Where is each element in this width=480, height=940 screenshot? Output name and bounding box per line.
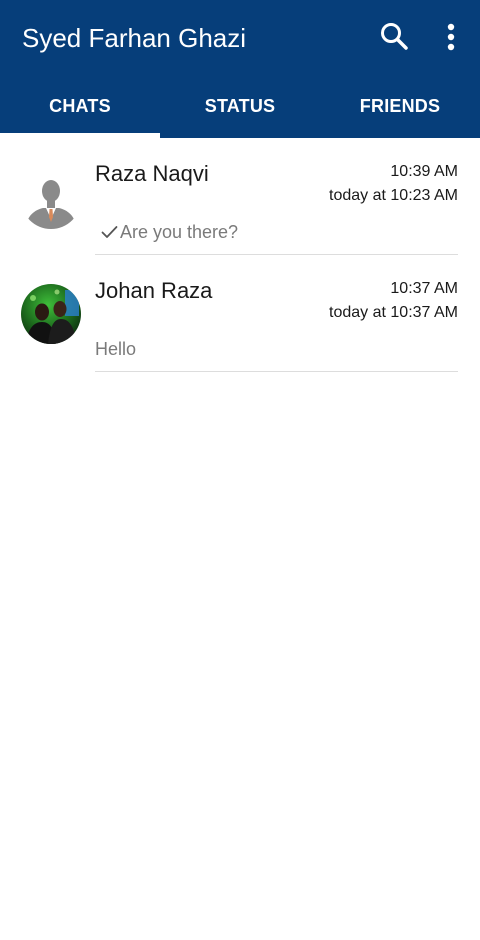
app-bar: Syed Farhan Ghazi CHATS STATUS FRIENDS [0,0,480,138]
chat-item-johan-raza[interactable]: Johan Raza 10:37 AM today at 10:37 AM He… [0,255,480,372]
divider [95,371,458,372]
message-time: 10:37 AM [390,280,458,297]
tab-chats[interactable]: CHATS [0,78,160,135]
last-seen: today at 10:23 AM [329,187,458,204]
photo-avatar[interactable] [21,284,81,344]
message-preview-row: Are you there? [101,221,238,243]
tab-friends[interactable]: FRIENDS [320,78,480,135]
default-person-avatar[interactable] [21,169,81,229]
message-time: 10:39 AM [390,163,458,180]
message-preview-row: Hello [95,338,136,360]
overflow-menu-button[interactable] [436,20,466,54]
tab-status[interactable]: STATUS [160,78,320,135]
chat-item-raza-naqvi[interactable]: Raza Naqvi 10:39 AM today at 10:23 AM Ar… [0,138,480,255]
last-seen: today at 10:37 AM [329,304,458,321]
tab-bar: CHATS STATUS FRIENDS [0,78,480,138]
contact-name: Johan Raza [95,278,213,303]
check-icon [101,226,118,238]
contact-name: Raza Naqvi [95,161,209,186]
more-vert-icon [447,23,455,51]
app-title: Syed Farhan Ghazi [22,23,247,53]
person-silhouette-icon [21,169,81,229]
search-icon [381,23,408,50]
search-button[interactable] [378,20,412,54]
chat-list: Raza Naqvi 10:39 AM today at 10:23 AM Ar… [0,138,480,372]
message-preview: Hello [95,339,137,359]
message-preview: Are you there? [120,222,239,242]
profile-photo-icon [21,284,81,344]
